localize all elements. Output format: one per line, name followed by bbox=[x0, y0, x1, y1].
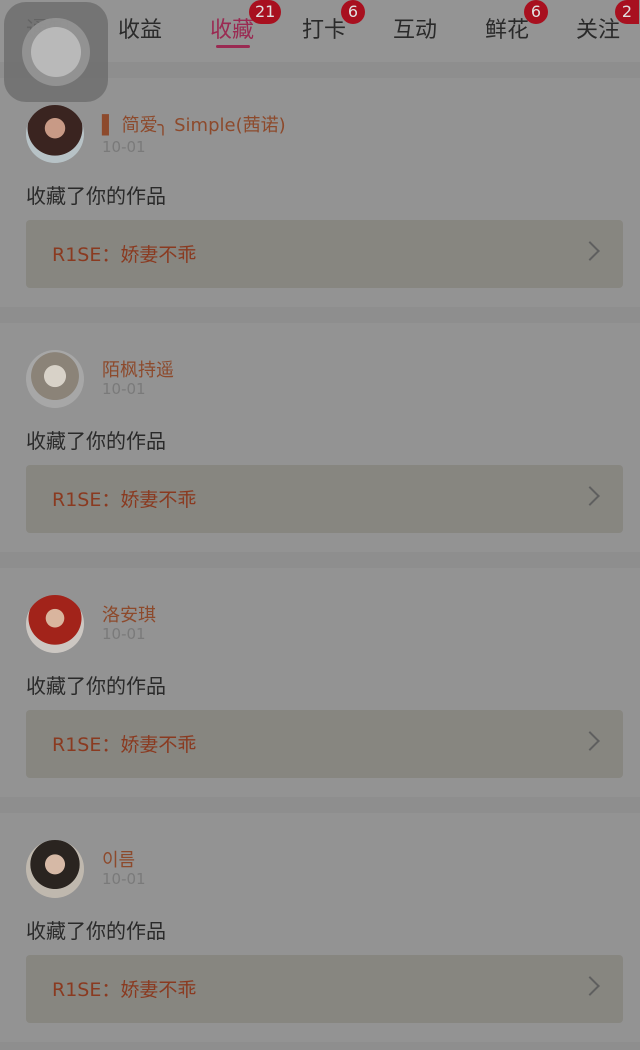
user-avatar[interactable] bbox=[26, 350, 84, 408]
username[interactable]: 陌枫持遥 bbox=[102, 356, 174, 382]
checkin-badge: 6 bbox=[341, 0, 365, 24]
action-text: 收藏了你的作品 bbox=[26, 429, 166, 453]
chevron-right-icon bbox=[580, 486, 600, 506]
action-text: 收藏了你的作品 bbox=[26, 184, 166, 208]
timestamp: 10-01 bbox=[102, 138, 146, 156]
work-link[interactable]: R1SE：娇妻不乖 bbox=[26, 710, 623, 778]
username[interactable]: 이름 bbox=[102, 846, 135, 872]
active-tab-indicator bbox=[216, 45, 250, 48]
notification-card: 이름 10-01 收藏了你的作品 R1SE：娇妻不乖 bbox=[0, 813, 640, 1042]
timestamp: 10-01 bbox=[102, 380, 146, 398]
timestamp: 10-01 bbox=[102, 625, 146, 643]
tab-interaction[interactable]: 互动 bbox=[393, 12, 437, 44]
chevron-right-icon bbox=[580, 731, 600, 751]
notification-card: 陌枫持遥 10-01 收藏了你的作品 R1SE：娇妻不乖 bbox=[0, 323, 640, 552]
work-link[interactable]: R1SE：娇妻不乖 bbox=[26, 465, 623, 533]
chevron-right-icon bbox=[580, 976, 600, 996]
work-link[interactable]: R1SE：娇妻不乖 bbox=[26, 955, 623, 1023]
chevron-right-icon bbox=[580, 241, 600, 261]
work-link[interactable]: R1SE：娇妻不乖 bbox=[26, 220, 623, 288]
user-avatar[interactable] bbox=[26, 595, 84, 653]
timestamp: 10-01 bbox=[102, 870, 146, 888]
tab-flowers[interactable]: 鲜花 bbox=[485, 12, 529, 44]
work-title: R1SE：娇妻不乖 bbox=[52, 979, 197, 1001]
username[interactable]: 洛安琪 bbox=[102, 601, 156, 627]
user-avatar[interactable] bbox=[26, 105, 84, 163]
tab-checkin[interactable]: 打卡 bbox=[302, 12, 346, 44]
flowers-badge: 6 bbox=[524, 0, 548, 24]
favorites-badge: 21 bbox=[249, 0, 282, 24]
action-text: 收藏了你的作品 bbox=[26, 674, 166, 698]
tab-favorites[interactable]: 收藏 bbox=[210, 12, 254, 44]
assistive-touch-inner-circle bbox=[31, 27, 81, 77]
work-title: R1SE：娇妻不乖 bbox=[52, 734, 197, 756]
notification-card: ▌ 简爱╮ Simple(茜诺) 10-01 收藏了你的作品 R1SE：娇妻不乖 bbox=[0, 78, 640, 307]
action-text: 收藏了你的作品 bbox=[26, 919, 166, 943]
assistive-touch-button[interactable] bbox=[4, 2, 108, 102]
notification-card: 洛安琪 10-01 收藏了你的作品 R1SE：娇妻不乖 bbox=[0, 568, 640, 797]
tab-following[interactable]: 关注 bbox=[576, 12, 620, 44]
user-avatar[interactable] bbox=[26, 840, 84, 898]
work-title: R1SE：娇妻不乖 bbox=[52, 489, 197, 511]
tab-earnings[interactable]: 收益 bbox=[118, 12, 162, 44]
following-badge: 2 bbox=[615, 0, 639, 24]
username[interactable]: ▌ 简爱╮ Simple(茜诺) bbox=[102, 111, 286, 137]
work-title: R1SE：娇妻不乖 bbox=[52, 244, 197, 266]
